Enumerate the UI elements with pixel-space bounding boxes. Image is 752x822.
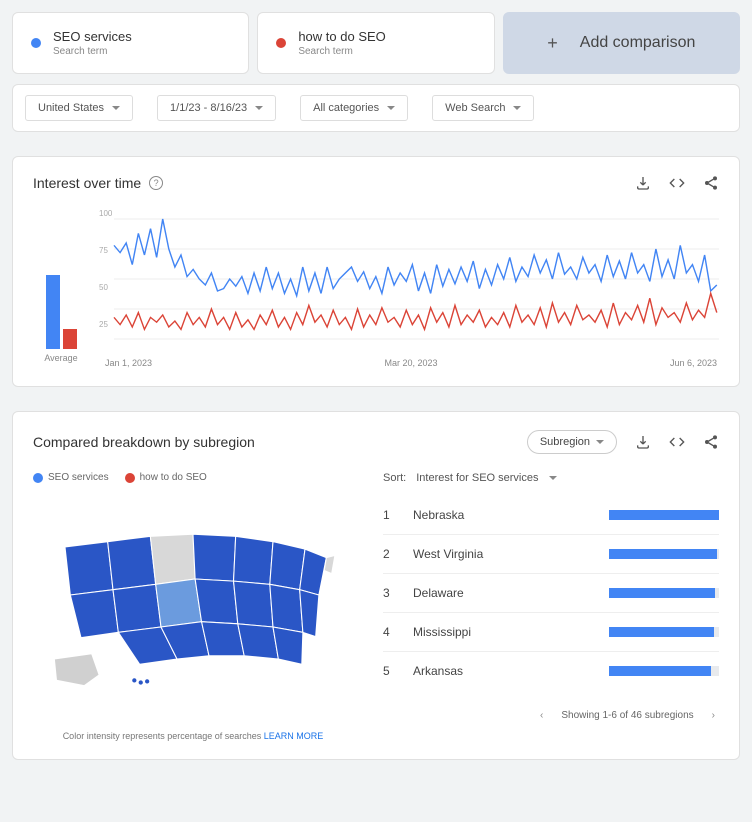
term-subtitle: Search term xyxy=(53,46,132,57)
region-row[interactable]: 5 Arkansas xyxy=(383,651,719,690)
filter-label: 1/1/23 - 8/16/23 xyxy=(170,102,247,114)
average-bars xyxy=(33,209,89,349)
add-comparison-button[interactable]: + Add comparison xyxy=(503,12,740,74)
comparison-term-2[interactable]: how to do SEO Search term xyxy=(257,12,494,74)
legend-label: SEO services xyxy=(48,472,109,483)
region-row[interactable]: 2 West Virginia xyxy=(383,534,719,573)
region-bar xyxy=(609,666,719,676)
share-icon[interactable] xyxy=(703,175,719,191)
chevron-down-icon xyxy=(549,476,557,480)
embed-icon[interactable] xyxy=(669,175,685,191)
series-dot-icon xyxy=(125,473,135,483)
y-axis-ticks: 100 75 50 25 xyxy=(99,209,112,329)
breakdown-panel: Compared breakdown by subregion Subregio… xyxy=(12,411,740,760)
term-label: SEO services xyxy=(53,29,132,44)
sort-label: Sort: xyxy=(383,472,406,484)
chevron-down-icon xyxy=(596,440,604,444)
region-name: Mississippi xyxy=(413,625,597,639)
region-row[interactable]: 1 Nebraska xyxy=(383,496,719,534)
region-rank: 3 xyxy=(383,586,401,600)
category-filter[interactable]: All categories xyxy=(300,95,408,121)
line-chart xyxy=(103,209,719,349)
region-list: 1 Nebraska 2 West Virginia 3 Delaware 4 … xyxy=(383,496,719,690)
sort-value: Interest for SEO services xyxy=(416,472,538,484)
learn-more-link[interactable]: LEARN MORE xyxy=(264,731,324,741)
timerange-filter[interactable]: 1/1/23 - 8/16/23 xyxy=(157,95,276,121)
interest-panel: Interest over time ? Average 100 xyxy=(12,156,740,387)
chevron-down-icon xyxy=(255,106,263,110)
comparison-row: SEO services Search term how to do SEO S… xyxy=(12,12,740,74)
region-name: Arkansas xyxy=(413,664,597,678)
region-row[interactable]: 3 Delaware xyxy=(383,573,719,612)
region-bar xyxy=(609,627,719,637)
series-dot-icon xyxy=(33,473,43,483)
chevron-down-icon xyxy=(112,106,120,110)
series-dot-icon xyxy=(31,38,41,48)
add-comparison-label: Add comparison xyxy=(580,34,696,52)
sort-control[interactable]: Sort: Interest for SEO services xyxy=(383,472,719,484)
region-bar xyxy=(609,510,719,520)
filter-label: United States xyxy=(38,102,104,114)
average-label: Average xyxy=(33,353,89,363)
filter-bar: United States 1/1/23 - 8/16/23 All categ… xyxy=(12,84,740,132)
title-text: Compared breakdown by subregion xyxy=(33,434,255,450)
legend-label: how to do SEO xyxy=(140,472,207,483)
region-rank: 4 xyxy=(383,625,401,639)
panel-title: Compared breakdown by subregion xyxy=(33,434,255,450)
region-name: West Virginia xyxy=(413,547,597,561)
scope-selector[interactable]: Subregion xyxy=(527,430,617,454)
search-type-filter[interactable]: Web Search xyxy=(432,95,534,121)
region-name: Delaware xyxy=(413,586,597,600)
term-label: how to do SEO xyxy=(298,29,385,44)
title-text: Interest over time xyxy=(33,175,141,191)
download-icon[interactable] xyxy=(635,175,651,191)
embed-icon[interactable] xyxy=(669,434,685,450)
chevron-down-icon xyxy=(513,106,521,110)
plus-icon: + xyxy=(547,33,558,54)
term-subtitle: Search term xyxy=(298,46,385,57)
help-icon[interactable]: ? xyxy=(149,176,163,190)
us-map[interactable] xyxy=(33,483,353,696)
pager-text: Showing 1-6 of 46 subregions xyxy=(561,710,693,721)
region-bar xyxy=(609,588,719,598)
scope-label: Subregion xyxy=(540,436,590,448)
pager-next-icon[interactable]: › xyxy=(708,706,719,725)
comparison-term-1[interactable]: SEO services Search term xyxy=(12,12,249,74)
chevron-down-icon xyxy=(387,106,395,110)
region-name: Nebraska xyxy=(413,508,597,522)
avg-bar-series-2 xyxy=(63,329,77,349)
avg-bar-series-1 xyxy=(46,275,60,349)
breakdown-legend: SEO services how to do SEO xyxy=(33,472,353,483)
region-rank: 2 xyxy=(383,547,401,561)
map-note: Color intensity represents percentage of… xyxy=(33,731,353,741)
region-bar xyxy=(609,549,719,559)
filter-label: All categories xyxy=(313,102,379,114)
series-dot-icon xyxy=(276,38,286,48)
x-axis-labels: Jan 1, 2023 Mar 20, 2023 Jun 6, 2023 xyxy=(103,354,719,368)
panel-title: Interest over time ? xyxy=(33,175,163,191)
region-row[interactable]: 4 Mississippi xyxy=(383,612,719,651)
region-rank: 5 xyxy=(383,664,401,678)
filter-label: Web Search xyxy=(445,102,505,114)
region-rank: 1 xyxy=(383,508,401,522)
pager-prev-icon[interactable]: ‹ xyxy=(536,706,547,725)
region-filter[interactable]: United States xyxy=(25,95,133,121)
share-icon[interactable] xyxy=(703,434,719,450)
download-icon[interactable] xyxy=(635,434,651,450)
